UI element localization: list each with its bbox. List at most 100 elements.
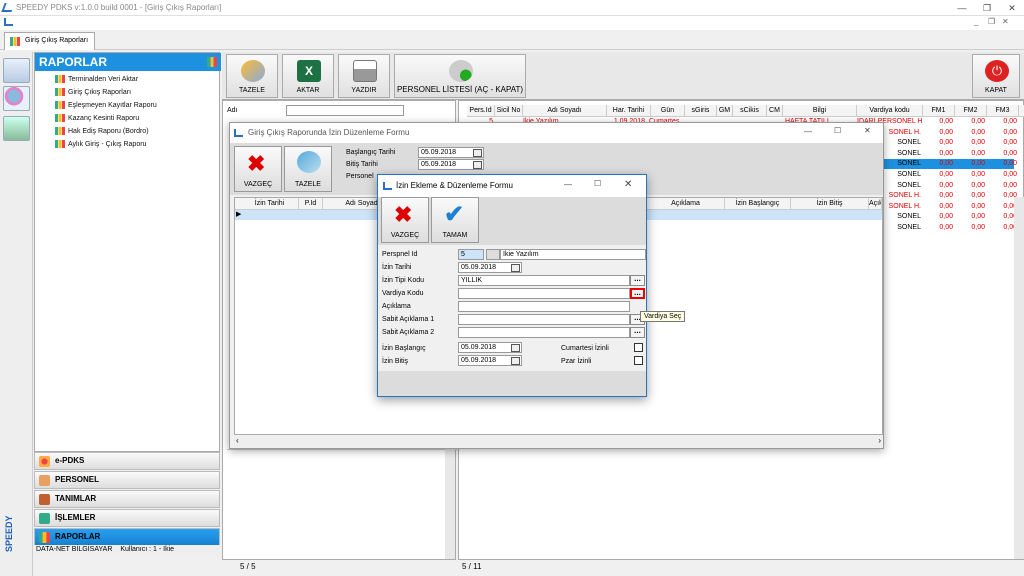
fm-cell: 0,00	[939, 128, 953, 136]
izin-baslangic-input[interactable]: 05.09.2018	[458, 342, 522, 353]
nav-personel[interactable]: PERSONEL	[34, 471, 220, 489]
calendar-icon[interactable]	[473, 161, 482, 169]
col-header[interactable]: Bilgi	[783, 105, 857, 117]
scrollbar[interactable]	[1014, 197, 1024, 559]
title-bar: SPEEDY PDKS v:1.0.0 build 0001 - [Giriş …	[0, 0, 1024, 16]
nav-epdks[interactable]: e-PDKS	[34, 452, 220, 470]
dialog-close-button[interactable]: ✕	[624, 179, 632, 190]
fm-cell: 0,00	[1003, 160, 1017, 168]
sabit-aciklama-2-input[interactable]	[458, 327, 630, 338]
calendar-icon[interactable]	[511, 264, 520, 272]
report-item[interactable]: Hak Ediş Raporu (Bordro)	[55, 127, 149, 135]
tab-giris-cikis[interactable]: Giriş Çıkış Raporları	[4, 32, 96, 50]
izin-tipi-input[interactable]: YILLIK	[458, 275, 630, 286]
col-header[interactable]: İzin Tarihi	[241, 198, 299, 210]
col-header[interactable]: CM	[767, 105, 783, 117]
nav-tanimlar[interactable]: TANIMLAR	[34, 490, 220, 508]
nav-islemler[interactable]: İŞLEMLER	[34, 509, 220, 527]
col-header[interactable]: Adı Soyadı	[523, 105, 607, 117]
fm-cell: 0,00	[939, 213, 953, 221]
right-record-count: 5 / 11	[462, 562, 482, 571]
scroll-left-icon[interactable]: ‹	[236, 436, 239, 445]
fm-cell: 0,00	[971, 149, 985, 157]
users-icon[interactable]	[3, 86, 30, 111]
chart-icon	[10, 37, 20, 46]
report-item[interactable]: Terminalden Veri Aktar	[55, 75, 138, 83]
grid-header: Pers.Id Sicil No Adı Soyadı Har. Tarihi …	[467, 105, 1024, 117]
personel-listesi-button[interactable]: PERSONEL LİSTESİ (AÇ - KAPAT)	[394, 54, 526, 98]
aktar-button[interactable]: X AKTAR	[282, 54, 334, 98]
pazar-checkbox[interactable]	[634, 356, 643, 365]
col-header[interactable]: sGiris	[685, 105, 717, 117]
col-header[interactable]: FM2	[955, 105, 987, 117]
report-item[interactable]: Giriş Çıkış Raporları	[55, 88, 131, 96]
sabit-aciklama-1-input[interactable]	[458, 314, 630, 325]
calendar-icon[interactable]	[473, 149, 482, 157]
fm-cell: 0,00	[939, 171, 953, 178]
aciklama-input[interactable]	[458, 301, 630, 312]
scrollbar[interactable]	[445, 449, 455, 559]
col-header[interactable]: sCikis	[733, 105, 767, 117]
report-item[interactable]: Eşleşmeyen Kayıtlar Raporu	[55, 101, 157, 109]
mdi-restore-button[interactable]: ❐	[988, 17, 995, 26]
close-button[interactable]: ✕	[1000, 0, 1024, 16]
nav-raporlar[interactable]: RAPORLAR	[34, 528, 220, 546]
col-header[interactable]: P.Id	[299, 198, 323, 210]
panel-toggle-icon[interactable]	[3, 58, 30, 83]
dialog-minimize-button[interactable]: —	[564, 180, 572, 189]
col-header[interactable]: FM1	[923, 105, 955, 117]
dialog-minimize-button[interactable]: —	[804, 127, 812, 136]
vazgec-button[interactable]: ✖ VAZGEÇ	[381, 197, 429, 243]
yazdir-button[interactable]: YAZDIR	[338, 54, 390, 98]
tazele-button[interactable]: TAZELE	[226, 54, 278, 98]
izin-tipi-select-button[interactable]: ...	[630, 275, 645, 286]
report-item[interactable]: Aylık Giriş - Çıkış Raporu	[55, 140, 146, 148]
fm-cell: 0,00	[971, 160, 985, 168]
fm-cell: 0,00	[971, 202, 985, 210]
col-header[interactable]: İzin Bitiş	[791, 198, 869, 210]
kapat-button[interactable]: ⏻ KAPAT	[972, 54, 1020, 98]
col-header[interactable]: Har. Tarihi	[607, 105, 651, 117]
col-header[interactable]: Pers.Id	[467, 105, 495, 117]
col-header[interactable]: Sicil No	[495, 105, 523, 117]
col-header[interactable]: GM	[717, 105, 733, 117]
scroll-right-icon[interactable]: ›	[878, 436, 881, 445]
excel-icon: X	[297, 60, 321, 82]
izin-tarihi-input[interactable]: 05.09.2018	[458, 262, 522, 273]
adi-input[interactable]	[286, 105, 404, 116]
col-header[interactable]: Açıkl	[869, 198, 882, 210]
dialog-maximize-button[interactable]: ☐	[834, 126, 841, 135]
horizontal-scrollbar[interactable]: ‹ ›	[234, 436, 883, 447]
fm-cell: 0,00	[971, 224, 985, 231]
dialog-close-button[interactable]: ✕	[864, 126, 871, 135]
personel-lookup[interactable]	[486, 249, 500, 260]
col-header[interactable]: Açıklama	[647, 198, 725, 210]
izin-bitis-input[interactable]: 05.09.2018	[458, 355, 522, 366]
vardiya-input[interactable]	[458, 288, 630, 299]
izin-tarihi-label: İzin Tarihi	[382, 264, 412, 271]
status-user: Kullanıcı : 1 - Ikie	[120, 546, 175, 553]
izin-ekleme-dialog: İzin Ekleme & Düzenleme Formu — ☐ ✕ ✖ VA…	[377, 174, 647, 397]
tamam-button[interactable]: ✔ TAMAM	[431, 197, 479, 243]
col-header[interactable]: İzin Başlangıç	[725, 198, 791, 210]
vardiya-select-button[interactable]: ...	[630, 288, 645, 299]
cumartesi-checkbox[interactable]	[634, 343, 643, 352]
minimize-button[interactable]: —	[950, 0, 974, 16]
dialog-maximize-button[interactable]: ☐	[594, 179, 601, 188]
mdi-minimize-button[interactable]: _	[974, 17, 978, 26]
report-item[interactable]: Kazanç Kesinti Raporu	[55, 114, 139, 122]
bitis-date-input[interactable]: 05.09.2018	[418, 159, 484, 170]
tazele-button[interactable]: TAZELE	[284, 146, 332, 192]
mdi-close-button[interactable]: ✕	[1002, 17, 1009, 26]
restore-button[interactable]: ❐	[975, 0, 999, 16]
col-header[interactable]: FM3	[987, 105, 1019, 117]
col-header[interactable]: Gün	[651, 105, 685, 117]
sabit-aciklama-2-select-button[interactable]: ...	[630, 327, 645, 338]
calendar-icon[interactable]	[511, 344, 520, 352]
col-header[interactable]: Vardiya kodu	[857, 105, 923, 117]
money-icon[interactable]	[3, 116, 30, 141]
calendar-icon[interactable]	[511, 357, 520, 365]
vazgec-button[interactable]: ✖ VAZGEÇ	[234, 146, 282, 192]
personel-id-input[interactable]: 5	[458, 249, 484, 260]
baslangic-date-input[interactable]: 05.09.2018	[418, 147, 484, 158]
